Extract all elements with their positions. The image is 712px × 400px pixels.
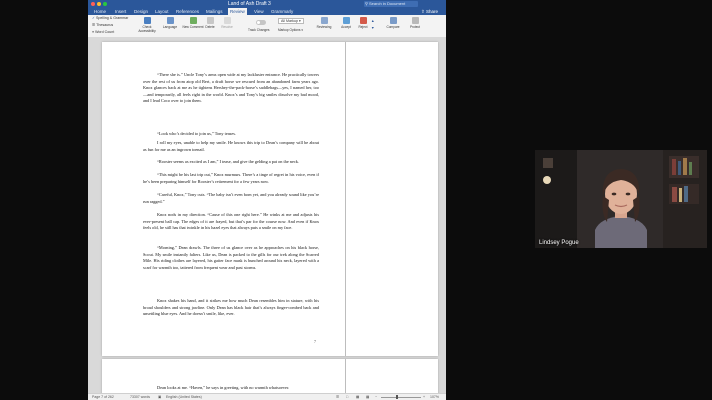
paragraph: “Careful, Knox,” Tony cuts. “The baby is…: [143, 192, 319, 204]
previous-change-icon[interactable]: ▲: [371, 19, 375, 23]
compare-button[interactable]: Compare: [382, 17, 404, 29]
status-bar: Page 7 of 262 73307 words ▣ English (Uni…: [88, 393, 446, 400]
share-button[interactable]: ⇧ Share: [421, 8, 438, 15]
markup-value: All Markup: [281, 19, 298, 23]
resolve-button[interactable]: Resolve: [216, 17, 238, 29]
word-count-button[interactable]: ≡ Word Count: [92, 30, 114, 34]
compare-icon: [389, 17, 397, 24]
web-layout-icon[interactable]: ▩: [366, 394, 369, 400]
language-icon: [166, 17, 174, 24]
paragraph: “Look who’s decided to join us,” Tony te…: [157, 131, 236, 136]
tab-references[interactable]: References: [176, 8, 199, 15]
spelling-icon: ✓: [92, 16, 96, 20]
tab-mailings[interactable]: Mailings: [206, 8, 223, 15]
zoom-window-button[interactable]: [103, 2, 107, 6]
search-placeholder: Search in Document: [369, 1, 406, 6]
language-status[interactable]: English (United States): [166, 394, 202, 400]
word-count-icon: ≡: [92, 30, 95, 34]
reject-icon: [359, 17, 367, 24]
paragraph: Knox shakes his hand, and it strikes me …: [143, 298, 319, 317]
margin-guide: [345, 42, 346, 356]
proofing-icon[interactable]: ▣: [158, 394, 161, 400]
resolve-icon: [223, 17, 231, 24]
paragraph: “Morning,” Dean drawls. The three of us …: [143, 245, 319, 270]
tab-layout[interactable]: Layout: [155, 8, 169, 15]
delete-comment-icon: [206, 17, 214, 24]
markup-options-button[interactable]: Markup Options ▾: [278, 28, 303, 32]
markup-dropdown[interactable]: All Markup ▾: [278, 18, 304, 24]
paragraph: “There she is.” Uncle Tony’s arms open w…: [143, 72, 319, 104]
share-label: Share: [425, 9, 438, 14]
accept-label: Accept: [341, 25, 351, 29]
minimize-window-button[interactable]: [97, 2, 101, 6]
participant-name: Lindsey Pogue: [539, 240, 579, 246]
tab-grammarly[interactable]: Grammarly: [271, 8, 293, 15]
page-count[interactable]: Page 7 of 262: [92, 394, 114, 400]
accessibility-icon: [143, 17, 151, 24]
zoom-slider-thumb[interactable]: [396, 395, 398, 399]
zoom-slider[interactable]: [381, 397, 421, 398]
print-layout-icon[interactable]: ▦: [356, 394, 359, 400]
protect-button[interactable]: Protect: [404, 17, 426, 29]
protect-label: Protect: [409, 25, 421, 29]
read-mode-icon[interactable]: □: [346, 394, 348, 400]
check-accessibility-label: Check Accessibility: [138, 25, 156, 33]
protect-icon: [411, 17, 419, 24]
zoom-out-icon[interactable]: −: [375, 394, 377, 400]
search-icon: ⚲: [365, 1, 368, 6]
page-number: 7: [314, 339, 316, 344]
reject-label: Reject: [358, 25, 368, 29]
tab-home[interactable]: Home: [94, 8, 106, 15]
search-input[interactable]: ⚲ Search in Document: [364, 1, 418, 7]
language-label: Language: [162, 25, 178, 29]
focus-icon[interactable]: ☰: [336, 394, 339, 400]
spelling-grammar-button[interactable]: ✓ Spelling & Grammar: [92, 16, 128, 20]
reviewing-pane-icon: [320, 17, 328, 24]
reviewing-label: Reviewing: [316, 25, 332, 29]
thesaurus-icon: ☰: [92, 23, 96, 27]
word-window: Land of Ash Draft 3 ⚲ Search in Document…: [88, 0, 446, 400]
paragraph: “Rooster seems as excited as I am,” I te…: [157, 159, 299, 164]
tab-review[interactable]: Review: [228, 8, 247, 15]
zoom-level[interactable]: 107%: [430, 394, 439, 400]
webcam-video: [535, 150, 707, 248]
tab-insert[interactable]: Insert: [115, 8, 126, 15]
paragraph: Dean looks at me. “Haven,” he says in gr…: [157, 385, 290, 390]
document-title: Land of Ash Draft 3: [228, 1, 271, 7]
spelling-label: Spelling & Grammar: [96, 16, 129, 20]
paragraph: Knox nods in my direction. “Cause of thi…: [143, 212, 319, 231]
zoom-in-icon[interactable]: +: [423, 394, 425, 400]
resolve-label: Resolve: [221, 25, 233, 29]
paragraph: I roll my eyes, unable to help my smile.…: [143, 140, 319, 152]
paragraph: “This might be his last trip out,” Knox …: [143, 172, 319, 184]
next-change-icon[interactable]: ▼: [371, 26, 375, 30]
track-changes-label: Track Changes: [248, 28, 270, 32]
word-count-label: Word Count: [95, 30, 115, 34]
webcam-feed: Lindsey Pogue: [535, 150, 707, 248]
accept-icon: [342, 17, 350, 24]
compare-label: Compare: [386, 25, 400, 29]
close-window-button[interactable]: [91, 2, 95, 6]
delete-label: Delete: [205, 25, 215, 29]
tab-view[interactable]: View: [254, 8, 264, 15]
reviewing-pane-button[interactable]: Reviewing: [313, 17, 335, 29]
ribbon-tabs: Home Insert Design Layout References Mai…: [88, 8, 446, 15]
thesaurus-button[interactable]: ☰ Thesaurus: [92, 23, 113, 27]
ribbon: ✓ Spelling & Grammar ☰ Thesaurus ≡ Word …: [88, 15, 446, 38]
markup-options-label: Markup Options: [278, 28, 301, 32]
word-count[interactable]: 73307 words: [130, 394, 150, 400]
tab-design[interactable]: Design: [134, 8, 148, 15]
document-page[interactable]: “There she is.” Uncle Tony’s arms open w…: [102, 42, 438, 356]
new-comment-icon: [189, 17, 197, 24]
language-button[interactable]: Language: [159, 17, 181, 29]
check-accessibility-button[interactable]: Check Accessibility: [136, 17, 158, 33]
title-bar: Land of Ash Draft 3 ⚲ Search in Document: [88, 0, 446, 8]
thesaurus-label: Thesaurus: [96, 23, 114, 27]
track-changes-toggle[interactable]: [256, 20, 266, 25]
document-area[interactable]: “There she is.” Uncle Tony’s arms open w…: [88, 37, 446, 399]
